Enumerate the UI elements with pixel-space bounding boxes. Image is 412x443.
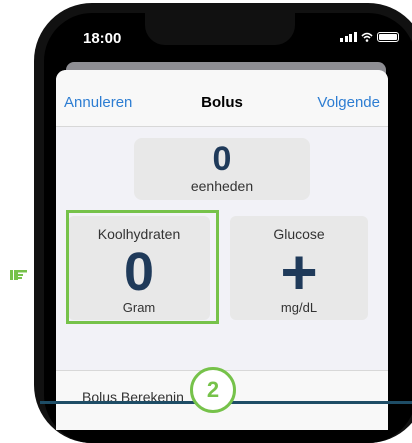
carbs-highlight-frame xyxy=(66,210,219,324)
nav-bar: Annuleren Bolus Volgende xyxy=(56,70,388,127)
glucose-unit: mg/dL xyxy=(280,300,318,315)
step-number-badge: 2 xyxy=(190,367,236,413)
units-label: eenheden xyxy=(190,178,254,194)
glucose-add-icon: + xyxy=(280,236,318,308)
signal-icon xyxy=(340,32,357,42)
glucose-entry-button[interactable]: Glucose + mg/dL xyxy=(230,216,368,320)
next-button[interactable]: Volgende xyxy=(317,94,380,111)
pointing-hand-icon xyxy=(10,270,27,280)
status-time: 18:00 xyxy=(83,30,122,47)
phone-notch xyxy=(145,13,295,45)
units-display: 0 eenheden xyxy=(134,138,310,200)
wifi-icon xyxy=(360,32,373,42)
battery-icon xyxy=(376,32,399,42)
status-icons xyxy=(340,32,399,42)
units-value: 0 xyxy=(212,140,232,178)
